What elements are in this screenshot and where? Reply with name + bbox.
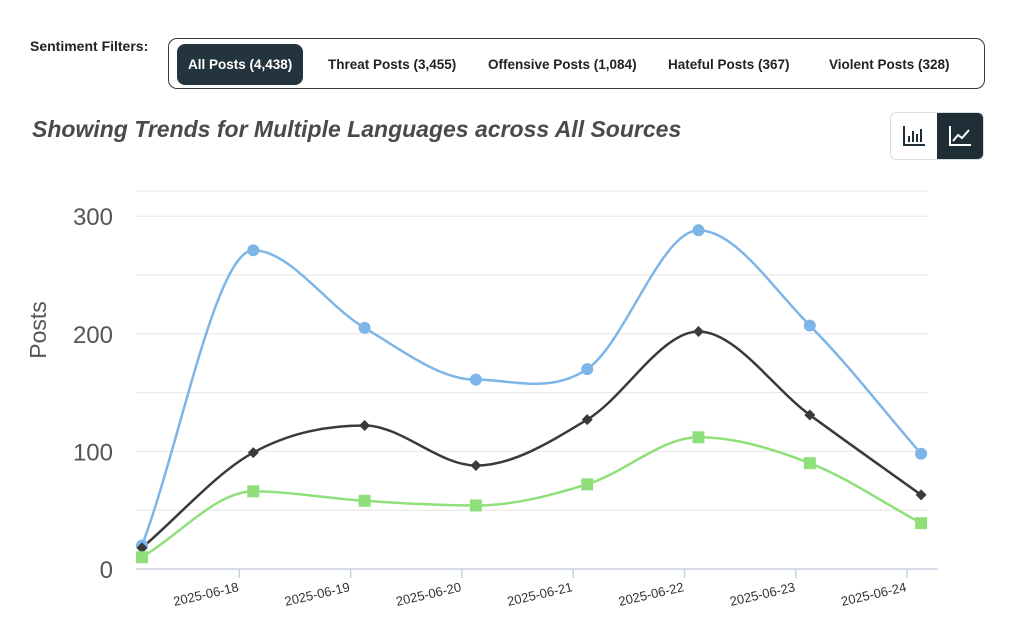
data-point	[693, 325, 704, 337]
x-tick-label: 2025-06-20	[394, 579, 462, 609]
data-point	[136, 551, 148, 564]
y-tick-label: 100	[73, 439, 113, 466]
data-point	[469, 373, 482, 386]
x-tick-label: 2025-06-24	[840, 579, 908, 609]
line-chart: 0 100 200 300 Posts 2025-06-18 2025-06-19 2025-…	[25, 190, 938, 609]
x-tick-label: 2025-06-23	[728, 579, 796, 609]
data-point	[470, 460, 482, 472]
y-tick-label: 0	[100, 557, 113, 584]
data-point	[915, 517, 928, 530]
data-point	[358, 494, 371, 507]
y-tick-label: 200	[73, 322, 113, 349]
data-point	[692, 224, 705, 237]
axis-layer	[136, 568, 938, 578]
data-point	[803, 457, 816, 470]
data-point	[692, 431, 705, 444]
data-point	[247, 447, 259, 459]
x-tick-label: 2025-06-18	[172, 579, 240, 609]
data-point	[581, 478, 594, 491]
x-tick-label: 2025-06-22	[617, 579, 685, 609]
series-layer	[140, 229, 923, 559]
data-point	[358, 321, 371, 334]
x-tick-label: 2025-06-21	[506, 579, 574, 609]
data-point	[915, 447, 928, 460]
data-point	[247, 485, 260, 498]
data-point	[247, 244, 260, 257]
data-point	[581, 363, 594, 376]
y-tick-label: 300	[73, 204, 113, 231]
data-point	[359, 420, 371, 432]
x-tick-label: 2025-06-19	[283, 579, 351, 609]
series-line	[141, 330, 922, 549]
data-point	[469, 499, 482, 512]
y-axis-label: Posts	[25, 301, 51, 359]
data-point	[803, 319, 816, 332]
